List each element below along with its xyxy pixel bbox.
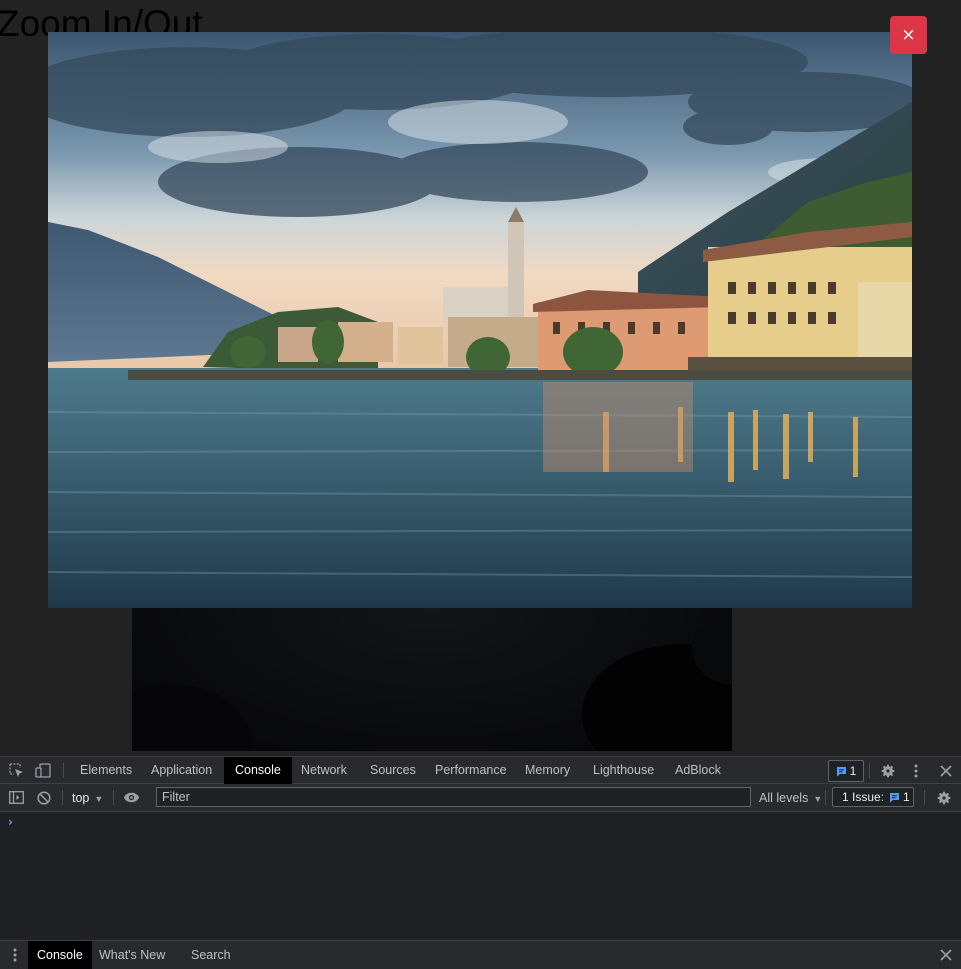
drawer-tab-console[interactable]: Console <box>28 941 92 969</box>
kebab-menu-icon[interactable] <box>8 947 22 963</box>
tab-network[interactable]: Network <box>290 757 358 784</box>
devtools-panel: Elements Application Console Network Sources… <box>0 756 961 969</box>
drawer-tab-search[interactable]: Search <box>182 941 240 969</box>
lightbox-image <box>48 32 912 608</box>
drawer-tab-what-s-new[interactable]: What's New <box>90 941 174 969</box>
issues-badge[interactable]: 1 Issue: 1 <box>832 787 914 807</box>
tab-lighthouse[interactable]: Lighthouse <box>582 757 665 784</box>
tab-application[interactable]: Application <box>140 757 223 784</box>
chevron-down-icon: ▼ <box>94 794 104 804</box>
gear-icon[interactable] <box>935 789 952 806</box>
toolbar-divider <box>62 790 63 805</box>
lightbox-close-button[interactable]: × <box>890 16 927 54</box>
gear-icon[interactable] <box>879 762 896 779</box>
kebab-menu-icon[interactable] <box>909 762 923 779</box>
console-filter-input[interactable] <box>156 787 751 807</box>
console-output[interactable]: › <box>0 812 961 940</box>
issues-label: 1 Issue: <box>842 790 885 804</box>
tab-sources[interactable]: Sources <box>359 757 427 784</box>
tab-console[interactable]: Console <box>224 757 292 784</box>
console-prompt: › <box>8 815 13 829</box>
tab-elements[interactable]: Elements <box>69 757 143 784</box>
devtools-drawer-tabbar: Console What's New Search <box>0 940 961 969</box>
context-selector[interactable]: top ▼ <box>72 791 103 805</box>
tab-performance[interactable]: Performance <box>424 757 518 784</box>
tabbar-divider <box>869 763 870 778</box>
chevron-down-icon: ▼ <box>813 794 823 804</box>
page-image <box>132 594 732 751</box>
tab-memory[interactable]: Memory <box>514 757 581 784</box>
messages-badge[interactable]: 1 <box>828 760 864 782</box>
live-expression-icon[interactable] <box>122 790 140 805</box>
tab-adblock[interactable]: AdBlock <box>664 757 732 784</box>
devtools-tabbar: Elements Application Console Network Sources… <box>0 756 961 784</box>
issues-count: 1 <box>903 790 910 804</box>
console-sidebar-icon[interactable] <box>8 790 24 805</box>
messages-count: 1 <box>849 764 857 778</box>
context-selector-value: top <box>72 791 90 805</box>
toolbar-divider <box>924 790 925 805</box>
toolbar-divider <box>825 790 826 805</box>
message-icon <box>889 792 900 803</box>
close-icon[interactable] <box>938 762 954 779</box>
message-icon <box>836 766 847 777</box>
tabbar-divider <box>63 763 64 778</box>
log-levels-dropdown[interactable]: All levels ▼ <box>759 791 822 805</box>
log-levels-value: All levels <box>759 791 809 805</box>
inspect-element-icon[interactable] <box>8 762 24 778</box>
console-toolbar: top ▼ All levels ▼ 1 Issue: 1 <box>0 784 961 812</box>
toolbar-divider <box>113 790 114 805</box>
close-icon[interactable] <box>938 947 954 963</box>
clear-console-icon[interactable] <box>36 790 52 805</box>
device-toolbar-icon[interactable] <box>34 762 52 778</box>
